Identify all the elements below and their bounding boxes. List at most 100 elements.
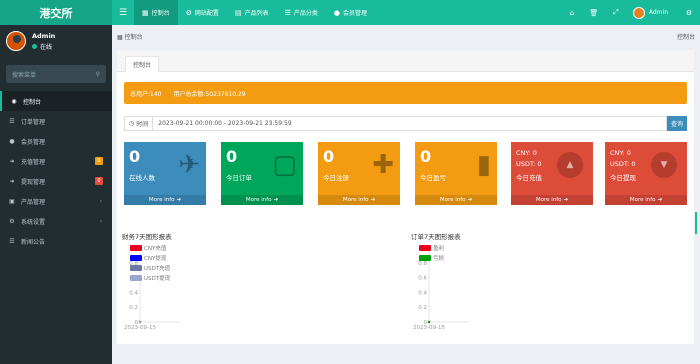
legend-swatch	[130, 255, 142, 261]
arrow-circle-right-icon: ➜	[370, 197, 376, 203]
list-icon: ☰	[284, 8, 291, 17]
today-profit-box: 0 今日盈亏 ▮ More info ➜	[415, 142, 497, 205]
avatar	[632, 6, 645, 19]
avatar	[6, 31, 26, 51]
main-panel: 控制台 总用户:140 用户总余额:50237610.29 ◷ 时间 2023-0…	[117, 50, 694, 344]
data-point	[427, 320, 431, 324]
search-icon[interactable]: ⚲	[96, 71, 100, 78]
today-register-box: 0 今日注册 ✚ More info ➜	[318, 142, 400, 205]
plane-icon: ✈	[178, 150, 200, 180]
sidebar-item-dashboard[interactable]: ◉ 控制台	[0, 91, 112, 111]
more-info-link[interactable]: More info ➜	[318, 195, 400, 205]
sidebar-item-orders[interactable]: ☰ 订单管理	[0, 111, 112, 131]
bar-chart-icon: ▮	[476, 150, 491, 180]
legend-label: USDT提现	[144, 274, 171, 282]
top-right-tools: ⌂ 🗑 ⤢ Admin ⚙	[561, 0, 700, 25]
nav-product-category[interactable]: ☰ 产品分类	[277, 0, 326, 25]
date-filter: ◷ 时间 2023-09-21 00:00:00 - 2023-09-21 23:…	[124, 116, 687, 131]
scroll-handle[interactable]	[695, 212, 697, 234]
gear-icon: ⚙	[185, 8, 192, 17]
legend-swatch	[130, 245, 142, 251]
settings-gear-icon[interactable]: ⚙	[678, 0, 700, 25]
more-info-link[interactable]: More info ➜	[124, 195, 206, 205]
today-recharge-box: CNY: 0 USDT: 0 今日充值 ▲ More info ➜	[511, 142, 593, 205]
finance-chart: 财务7天图形报表00.20.40.60.82023-09-15CNY充值CNY提…	[122, 232, 372, 332]
y-tick-label: 0.4	[129, 290, 138, 296]
sidebar-item-news[interactable]: ☰ 新闻公告	[0, 231, 112, 251]
legend-label: CNY提现	[144, 254, 167, 262]
sidebar-menu: ◉ 控制台 ☰ 订单管理 ● 会员管理 ➜ 充值管理 0 ➜ 提现管理 0 ▣ 产品管理 ‹ ⚙ 系…	[0, 91, 112, 251]
dashboard-icon: ▦	[142, 8, 149, 17]
finance-chart-svg: 财务7天图形报表00.20.40.60.82023-09-15CNY充值CNY提…	[122, 232, 180, 331]
bag-icon: ▢	[272, 150, 297, 180]
user-menu[interactable]: Admin	[627, 6, 678, 19]
total-balance-text: 用户总余额:50237610.29	[173, 90, 246, 98]
user-name: Admin	[32, 31, 56, 40]
tab-strip: 控制台	[117, 50, 694, 72]
more-info-link[interactable]: More info ➜	[415, 195, 497, 205]
x-tick-label: 2023-09-15	[413, 325, 445, 331]
breadcrumb-current: 控制台	[676, 33, 695, 41]
sidebar-item-withdraw[interactable]: ➜ 提现管理 0	[0, 171, 112, 191]
user-panel: Admin 在线	[0, 25, 112, 57]
app-logo[interactable]: 港交所	[0, 0, 112, 25]
today-withdraw-box: CNY: 0 USDT: 0 今日提现 ▼ More info ➜	[605, 142, 687, 205]
sidebar-item-settings[interactable]: ⚙ 系统设置 ‹	[0, 211, 112, 231]
sidebar-item-recharge[interactable]: ➜ 充值管理 0	[0, 151, 112, 171]
legend-swatch	[419, 245, 431, 251]
nav-site-config[interactable]: ⚙ 网站配置	[178, 0, 227, 25]
chevron-left-icon: ‹	[99, 197, 102, 205]
data-point	[138, 320, 142, 324]
nav-member-management[interactable]: ● 会员管理	[326, 0, 375, 25]
gear-icon: ⚙	[9, 217, 15, 225]
stat-boxes: 0 在线人数 ✈ More info ➜ 0 今日订单 ▢ More info ➜ …	[124, 142, 687, 205]
tab-dashboard[interactable]: 控制台	[125, 56, 160, 72]
y-tick-label: 0.2	[418, 305, 427, 311]
total-users-text: 总用户:140	[130, 90, 162, 98]
date-range-input[interactable]: 2023-09-21 00:00:00 - 2023-09-21 23:59:5…	[153, 116, 667, 131]
withdraw-count-badge: 0	[95, 177, 103, 185]
more-info-link[interactable]: More info ➜	[221, 195, 303, 205]
online-dot-icon	[32, 43, 37, 49]
top-bar: 港交所 ☰ ▦ 控制台 ⚙ 网站配置 ▤ 产品列表 ☰ 产品分类 ● 会员管理 ⌂ 🗑 ⤢…	[0, 0, 700, 25]
chart-title: 财务7天图形报表	[122, 232, 172, 241]
users-icon: ●	[9, 137, 15, 145]
user-status: 在线	[32, 42, 55, 51]
list-icon: ☰	[9, 117, 15, 125]
y-tick-label: 0.4	[418, 290, 427, 296]
arrow-circle-right-icon: ➜	[657, 197, 663, 203]
sidebar-search-input[interactable]: 搜索菜单 ⚲	[6, 65, 106, 83]
nav-product-list[interactable]: ▤ 产品列表	[227, 0, 277, 25]
more-info-link[interactable]: More info ➜	[605, 195, 687, 205]
dashboard-icon: ◉	[11, 97, 17, 105]
legend-label: 亏损	[433, 254, 445, 262]
breadcrumb-home[interactable]: ▦ 控制台	[117, 32, 143, 41]
y-tick-label: 0.8	[418, 261, 427, 267]
user-add-icon: ✚	[372, 150, 394, 180]
recharge-count-badge: 0	[95, 157, 103, 165]
y-tick-label: 0.6	[418, 276, 427, 282]
hamburger-menu-icon[interactable]: ☰	[112, 0, 134, 25]
arrow-down-circle-icon: ▼	[651, 152, 677, 178]
summary-alert: 总用户:140 用户总余额:50237610.29	[124, 82, 687, 104]
trash-icon[interactable]: 🗑	[583, 0, 605, 25]
home-icon[interactable]: ⌂	[561, 0, 583, 25]
clock-icon: ◷	[129, 120, 135, 127]
sidebar-item-products[interactable]: ▣ 产品管理 ‹	[0, 191, 112, 211]
query-button[interactable]: 查询	[667, 116, 687, 131]
top-nav: ☰ ▦ 控制台 ⚙ 网站配置 ▤ 产品列表 ☰ 产品分类 ● 会员管理	[112, 0, 375, 25]
fullscreen-icon[interactable]: ⤢	[605, 0, 627, 25]
arrow-icon: ➜	[9, 157, 15, 165]
arrow-icon: ➜	[9, 177, 15, 185]
y-tick-label: 0.2	[129, 305, 138, 311]
breadcrumb: ▦ 控制台 控制台	[112, 25, 700, 47]
legend-swatch	[419, 255, 431, 261]
list-icon: ☰	[9, 237, 15, 245]
legend-swatch	[130, 265, 142, 271]
sidebar-item-members[interactable]: ● 会员管理	[0, 131, 112, 151]
nav-dashboard[interactable]: ▦ 控制台	[134, 0, 178, 25]
cube-icon: ▣	[9, 197, 15, 205]
dashboard-icon: ▦	[117, 33, 123, 41]
more-info-link[interactable]: More info ➜	[511, 195, 593, 205]
arrow-circle-right-icon: ➜	[273, 197, 279, 203]
